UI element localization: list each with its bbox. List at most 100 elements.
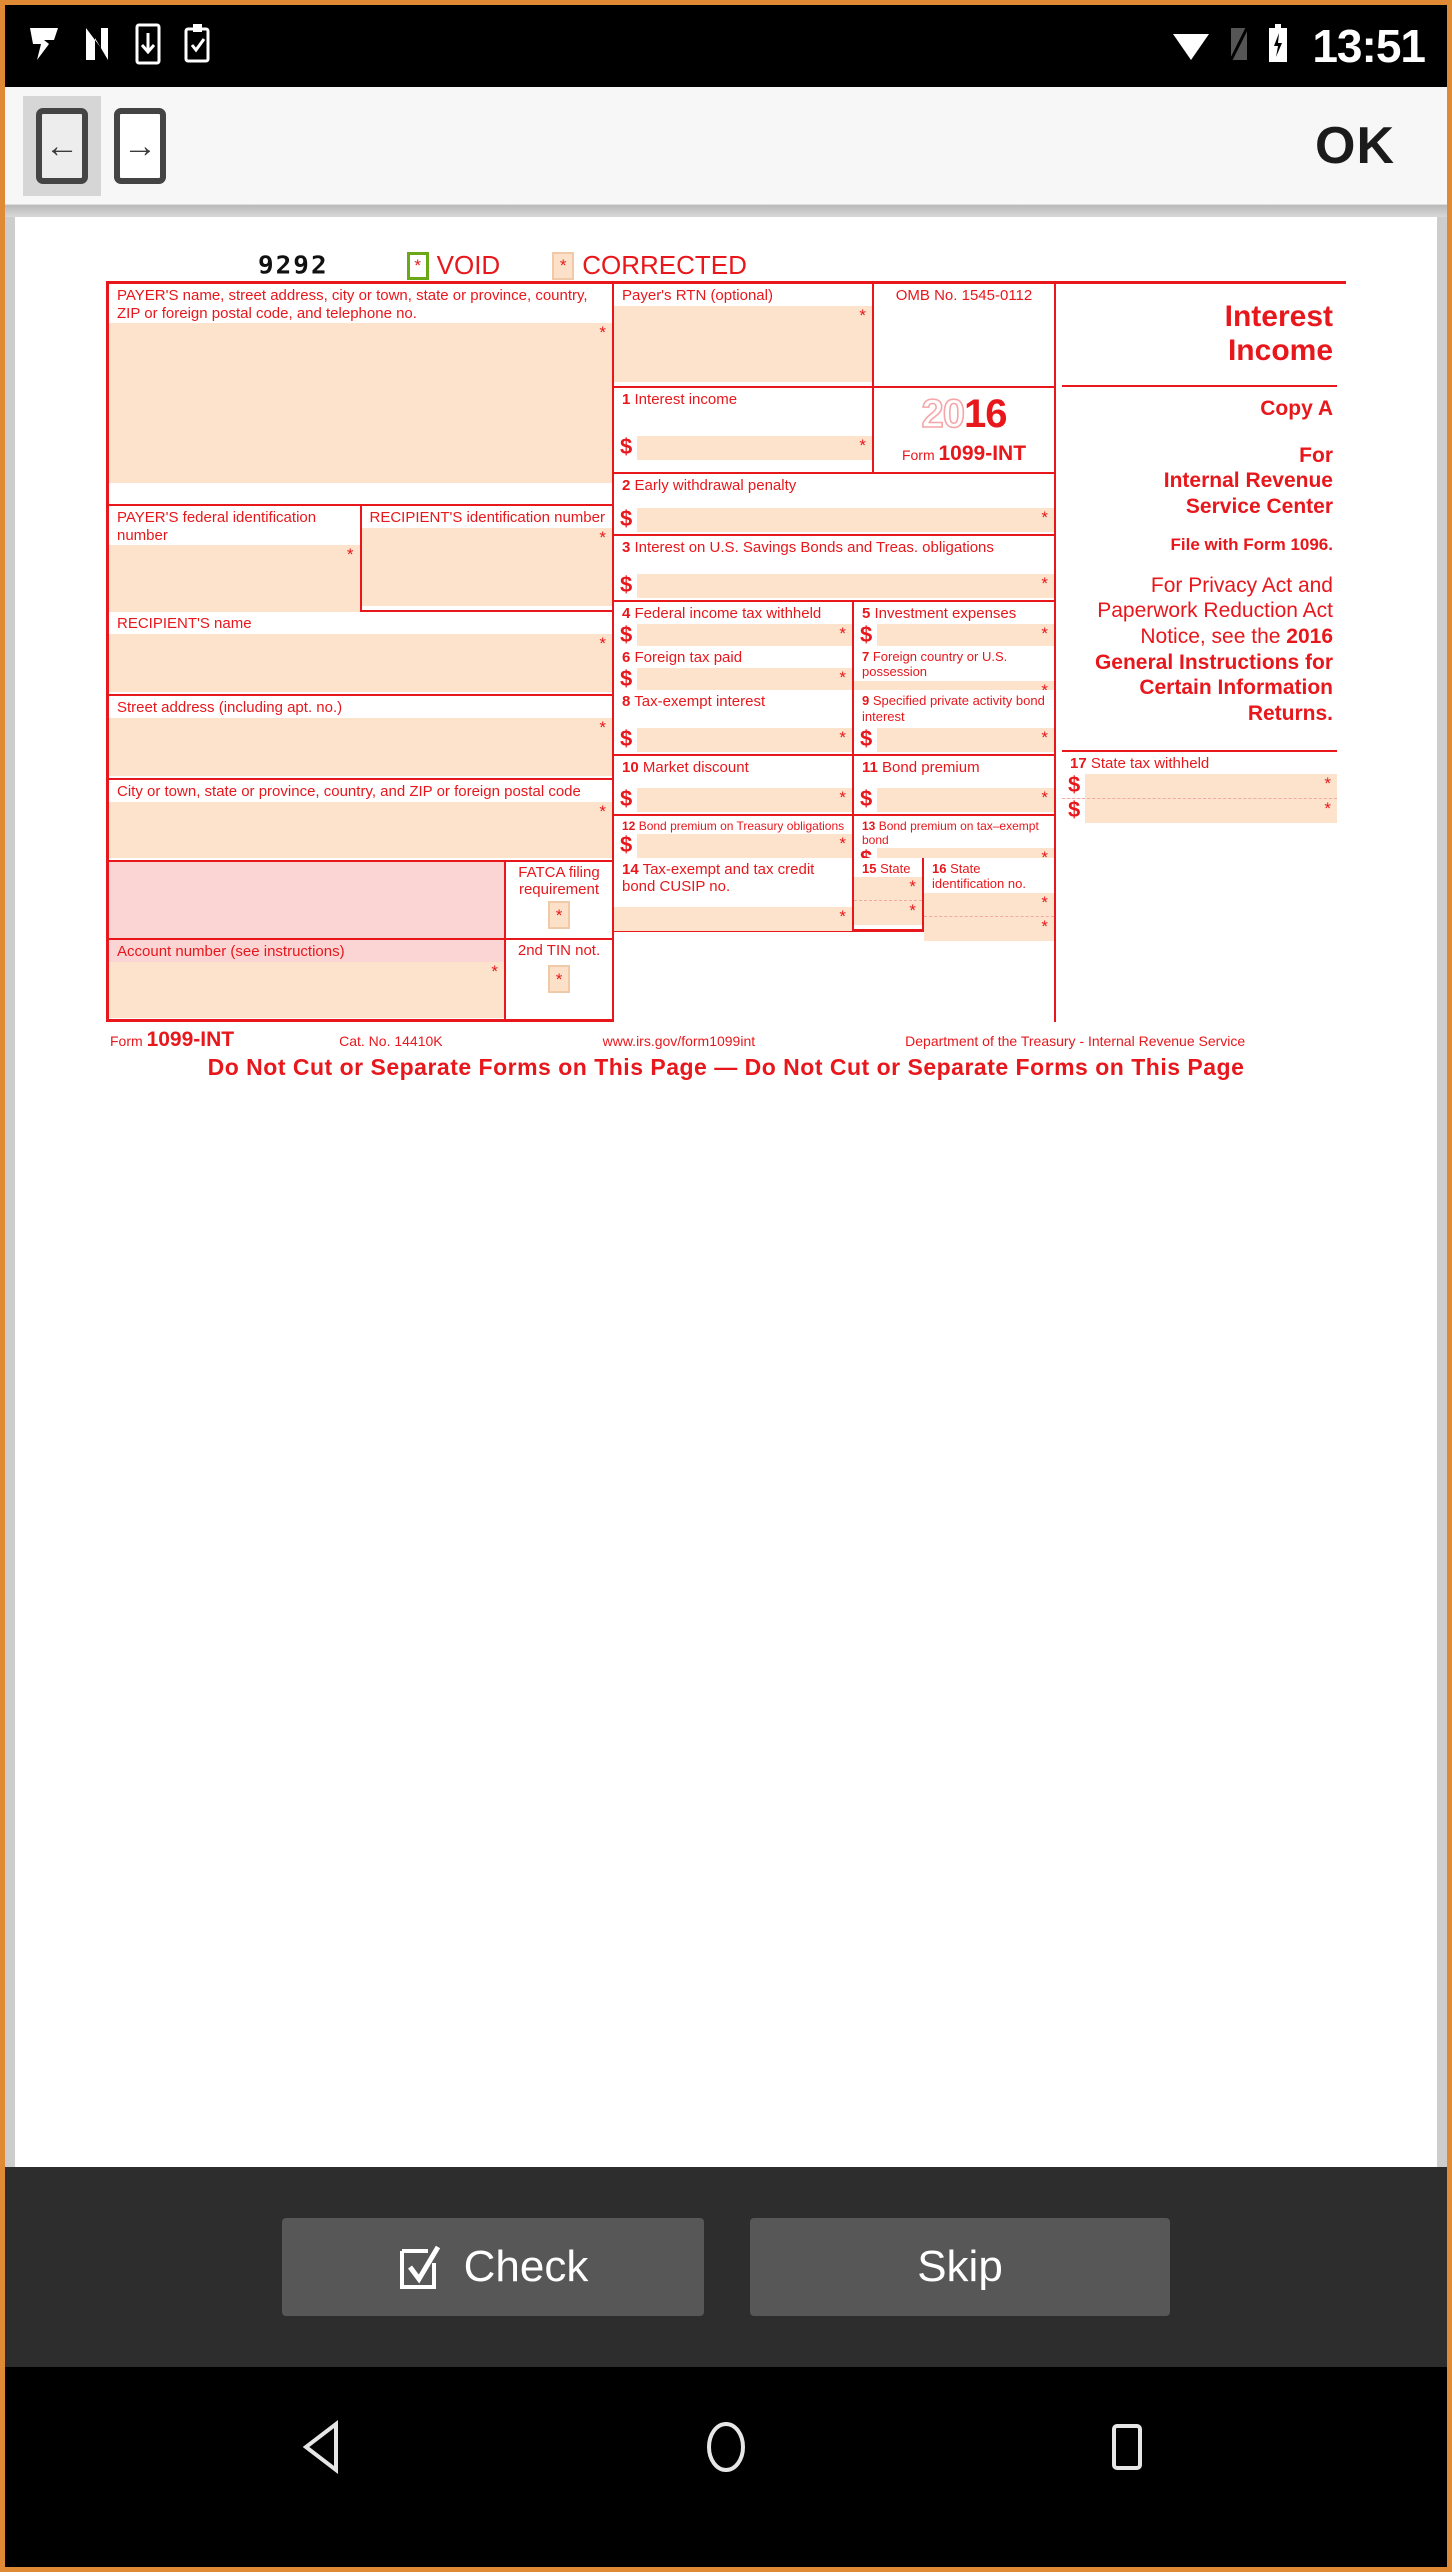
nav-home-button[interactable] <box>690 2411 762 2483</box>
box-14-15-16-row: 14 Tax-exempt and tax credit bond CUSIP … <box>614 858 1054 941</box>
status-bar-clock: 13:51 <box>1312 20 1426 72</box>
box-1-input[interactable]: * <box>637 436 872 460</box>
recipient-name-label: RECIPIENT'S name <box>109 612 612 634</box>
nav-back-button[interactable] <box>289 2411 361 2483</box>
box-6-foreign-tax-paid[interactable]: 6 Foreign tax paid $ * <box>614 646 852 692</box>
city-state-zip-field[interactable]: City or town, state or province, country… <box>109 780 612 862</box>
box-8-money[interactable]: $ * <box>614 727 852 752</box>
nav-recents-button[interactable] <box>1091 2411 1163 2483</box>
box-17-input-row1[interactable]: * <box>1085 774 1337 798</box>
checkbox-check-icon <box>398 2243 442 2291</box>
recipient-tin-field[interactable]: RECIPIENT'S identification number * <box>359 506 612 610</box>
required-star: * <box>599 717 606 737</box>
box-5-input[interactable]: * <box>877 624 1054 648</box>
account-number-input[interactable]: * <box>109 961 504 1018</box>
box-3-savings-bonds[interactable]: 3 Interest on U.S. Savings Bonds and Tre… <box>614 536 1054 602</box>
ok-button[interactable]: OK <box>1281 116 1429 176</box>
box-12-money[interactable]: $ * <box>614 834 852 859</box>
box-9-private-activity-bond[interactable]: 9 Specified private activity bond intere… <box>852 690 1054 754</box>
box-11-money[interactable]: $ * <box>854 787 1054 812</box>
box-16-state-id[interactable]: 16 State identification no. * * <box>922 858 1054 941</box>
second-tin-field[interactable]: 2nd TIN not. * <box>504 940 612 1019</box>
recipient-name-field[interactable]: RECIPIENT'S name * <box>109 612 612 696</box>
next-field-button[interactable]: → <box>101 96 179 196</box>
box-1-interest-income[interactable]: 1 Interest income $ * <box>614 388 872 472</box>
void-checkbox[interactable]: * <box>406 251 429 280</box>
dollar-sign: $ <box>614 727 638 752</box>
skip-button[interactable]: Skip <box>750 2218 1170 2316</box>
box-17-money-row2[interactable]: $ * <box>1062 799 1337 824</box>
check-button[interactable]: Check <box>282 2218 704 2316</box>
box-10-input[interactable]: * <box>637 788 852 812</box>
required-star: * <box>839 787 846 807</box>
second-tin-checkbox[interactable]: * <box>548 965 570 993</box>
corrected-checkbox[interactable]: * <box>552 251 575 280</box>
required-star: * <box>839 623 846 643</box>
box-9-money[interactable]: $ * <box>854 728 1054 753</box>
box-1-money[interactable]: $ * <box>614 435 872 460</box>
skip-button-label: Skip <box>917 2242 1003 2291</box>
payer-name-input[interactable]: * <box>109 323 612 484</box>
box-3-input[interactable]: * <box>637 574 1054 598</box>
fatca-filing-field[interactable]: FATCA filing requirement * <box>504 862 612 938</box>
box-13-bond-premium-tax-exempt[interactable]: 13 Bond premium on tax–exempt bond $ * <box>852 816 1054 873</box>
box-2-money[interactable]: $ * <box>614 507 1054 532</box>
file-with-1096: File with Form 1096. <box>1170 534 1334 554</box>
city-state-zip-input[interactable]: * <box>109 801 612 858</box>
box-4-input[interactable]: * <box>637 624 852 648</box>
box-2-input[interactable]: * <box>637 508 1054 532</box>
box-9-input[interactable]: * <box>877 728 1054 752</box>
box-8-input[interactable]: * <box>637 728 852 752</box>
box-11-input[interactable]: * <box>877 788 1054 812</box>
box-16-input-row1[interactable]: * <box>924 892 1054 917</box>
payer-rtn-input[interactable]: * <box>614 305 872 382</box>
copy-label: Copy A <box>1260 397 1333 421</box>
box-10-money[interactable]: $ * <box>614 787 852 812</box>
box-3-money[interactable]: $ * <box>614 573 1054 598</box>
required-star: * <box>1041 916 1048 936</box>
box-16-input-row2[interactable]: * <box>924 916 1054 941</box>
box-14-cusip[interactable]: 14 Tax-exempt and tax credit bond CUSIP … <box>614 858 852 931</box>
box-10-number: 10 <box>622 759 639 776</box>
box-14-input[interactable]: * <box>614 906 852 931</box>
fatca-checkbox[interactable]: * <box>548 901 570 929</box>
box-17-text: State tax withheld <box>1090 755 1210 773</box>
street-address-field[interactable]: Street address (including apt. no.) * <box>109 696 612 780</box>
box-4-federal-tax-withheld[interactable]: 4 Federal income tax withheld $ * <box>614 602 852 648</box>
box-17-input-row2[interactable]: * <box>1085 799 1337 823</box>
box-4-money[interactable]: $ * <box>614 623 852 648</box>
box-8-tax-exempt-interest[interactable]: 8 Tax-exempt interest $ * <box>614 690 852 754</box>
box-5-investment-expenses[interactable]: 5 Investment expenses $ * <box>852 602 1054 648</box>
irs-url[interactable]: www.irs.gov/form1099int <box>603 1033 756 1049</box>
box-15-input-row1[interactable]: * <box>854 877 922 902</box>
previous-field-button[interactable]: ← <box>23 95 101 196</box>
payer-rtn-field[interactable]: Payer's RTN (optional) * <box>614 284 872 386</box>
app-toolbar: ← → OK <box>5 87 1447 205</box>
box-7-foreign-country[interactable]: 7 Foreign country or U.S. possession * <box>852 646 1054 703</box>
dollar-sign: $ <box>614 573 638 598</box>
box-6-money[interactable]: $ * <box>614 667 852 692</box>
box-17-money-row1[interactable]: $ * <box>1062 774 1337 800</box>
box-12-input[interactable]: * <box>637 834 852 858</box>
box-4-5-row: 4 Federal income tax withheld $ * 5 Inve… <box>614 602 1054 648</box>
required-star: * <box>909 877 916 897</box>
box-15-state[interactable]: 15 State * * <box>852 858 922 929</box>
box-2-early-withdrawal-penalty[interactable]: 2 Early withdrawal penalty $ * <box>614 474 1054 536</box>
required-star: * <box>599 633 606 653</box>
payer-tin-field[interactable]: PAYER'S federal identification number * <box>109 506 360 624</box>
recipient-name-input[interactable]: * <box>109 633 612 692</box>
account-number-field[interactable]: Account number (see instructions) * <box>109 940 504 1019</box>
box-17-state-tax-withheld[interactable]: 17 State tax withheld $ * $ * <box>1062 750 1337 824</box>
box-15-number: 15 <box>862 861 877 876</box>
box-15-input-row2[interactable]: * <box>854 901 922 926</box>
street-address-input[interactable]: * <box>109 717 612 776</box>
box-10-market-discount[interactable]: 10 Market discount $ * <box>614 756 852 814</box>
box-5-money[interactable]: $ * <box>854 623 1054 648</box>
box-12-bond-premium-treasury[interactable]: 12 Bond premium on Treasury obligations … <box>614 816 852 859</box>
irs-form-1099int: 9292 * VOID * CORRECTED PAYER'S name, st… <box>106 245 1346 1081</box>
recipient-tin-input[interactable]: * <box>361 527 612 606</box>
box-6-input[interactable]: * <box>637 668 852 692</box>
payer-name-field[interactable]: PAYER'S name, street address, city or to… <box>109 284 612 506</box>
box-11-bond-premium[interactable]: 11 Bond premium $ * <box>852 756 1054 814</box>
document-scroll-area[interactable]: 9292 * VOID * CORRECTED PAYER'S name, st… <box>5 217 1447 2167</box>
